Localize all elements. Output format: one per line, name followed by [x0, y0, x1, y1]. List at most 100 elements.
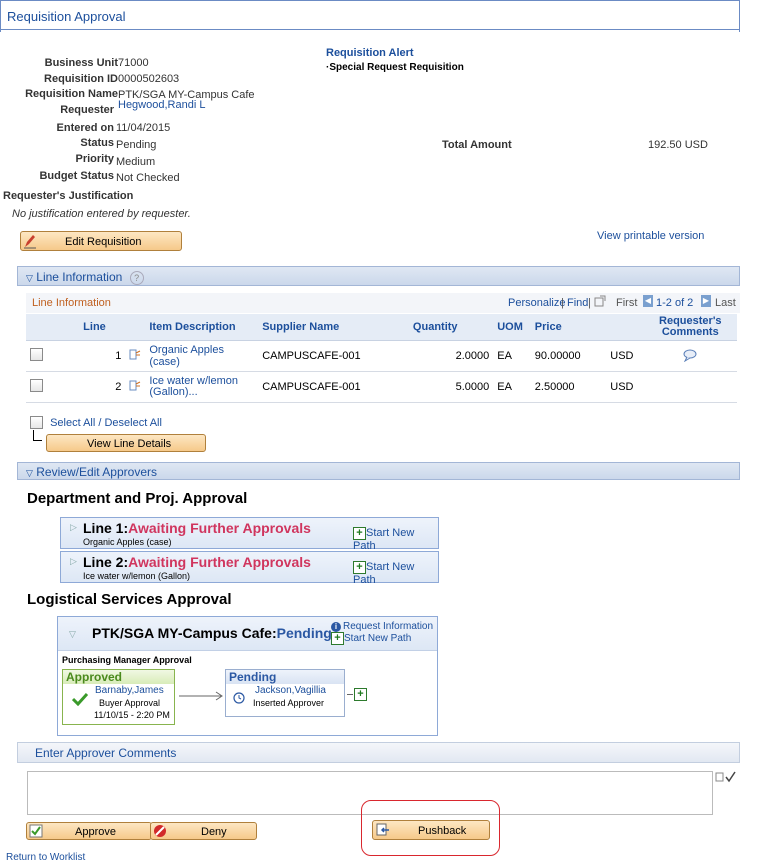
deny-label: Deny — [201, 826, 227, 838]
edit-requisition-button[interactable]: Edit Requisition — [20, 231, 182, 251]
view-printable-link[interactable]: View printable version — [597, 230, 704, 242]
business-unit-label: Business Unit — [44, 57, 118, 69]
comment-icon[interactable] — [682, 348, 698, 362]
approved-approver-link[interactable]: Barnaby,James — [95, 685, 164, 696]
requisition-alert-text: ·Special Request Requisition — [326, 62, 464, 73]
table-header-row: Line Item Description Supplier Name Quan… — [26, 314, 737, 341]
select-all-row[interactable]: Select All / Deselect All — [30, 416, 162, 429]
first-label: First — [616, 297, 638, 309]
start-new-path-link[interactable]: + Start New Path — [331, 632, 411, 645]
find-link[interactable]: Find — [567, 297, 588, 309]
add-path-icon: + — [331, 632, 344, 645]
start-new-path-link[interactable]: + Start New Path — [353, 561, 438, 586]
view-line-details-button[interactable]: View Line Details — [46, 434, 206, 452]
collapse-arrow-icon: ▽ — [26, 273, 33, 283]
tree-connector — [33, 430, 42, 441]
pencil-icon — [24, 235, 36, 249]
expand-grid-icon[interactable] — [594, 295, 606, 307]
item-detail-icon[interactable] — [129, 349, 141, 361]
review-edit-approvers-section-header[interactable]: ▽ Review/Edit Approvers — [17, 462, 740, 480]
uom: EA — [493, 371, 531, 403]
column-quantity[interactable]: Quantity — [408, 314, 494, 341]
line-information-section-header[interactable]: ▽ Line Information ? — [17, 266, 740, 286]
info-icon: i — [331, 622, 341, 632]
row-range: 1-2 of 2 — [656, 297, 694, 309]
priority-label: Priority — [75, 153, 114, 165]
column-item-description[interactable]: Item Description — [145, 314, 259, 341]
next-arrow-icon[interactable]: ▶ — [701, 295, 711, 307]
line-grid-toolbar: Line Information Personalize | Find | Fi… — [26, 293, 740, 313]
row-checkbox[interactable] — [30, 348, 43, 361]
approver-comments-title: Enter Approver Comments — [35, 746, 177, 760]
requester-link[interactable]: Hegwood,Randi L — [118, 99, 205, 111]
pushback-button[interactable]: Pushback — [372, 820, 490, 840]
page-title: Requisition Approval — [7, 9, 126, 24]
total-amount-value: 192.50 USD — [648, 139, 708, 151]
approved-step-box: Approved Barnaby,James Buyer Approval 11… — [62, 669, 175, 725]
line-2-label: Line 2:Awaiting Further Approvals — [83, 554, 311, 570]
department-approval-title: Department and Proj. Approval — [27, 490, 248, 507]
item-description-link[interactable]: Organic Apples (case) — [145, 340, 259, 372]
approved-header: Approved — [63, 670, 174, 684]
supplier-name: CAMPUSCAFE-001 — [258, 340, 409, 372]
expand-arrow-icon[interactable]: ▷ — [70, 556, 77, 567]
help-icon[interactable]: ? — [129, 271, 144, 285]
deny-icon — [154, 825, 166, 837]
logistical-approval-title: Logistical Services Approval — [27, 591, 232, 608]
select-all-checkbox[interactable] — [30, 416, 43, 429]
previous-arrow-icon[interactable]: ◀ — [643, 295, 653, 307]
line-number: 2 — [79, 371, 126, 403]
column-line[interactable]: Line — [79, 314, 126, 341]
stage-label: Purchasing Manager Approval — [62, 655, 192, 665]
collapse-arrow-icon[interactable]: ▽ — [69, 629, 76, 640]
expand-arrow-icon[interactable]: ▷ — [70, 522, 77, 533]
line-information-section-title: ▽ Line Information ? — [26, 270, 144, 285]
spellcheck-icon[interactable] — [715, 770, 737, 784]
logistical-approval-status: Pending — [276, 625, 332, 641]
column-uom[interactable]: UOM — [493, 314, 531, 341]
quantity: 5.0000 — [408, 371, 494, 403]
pending-approver-link[interactable]: Jackson,Vagillia — [255, 685, 326, 696]
item-description-link[interactable]: Ice water w/lemon (Gallon)... — [145, 371, 259, 403]
price: 2.50000 — [530, 371, 607, 403]
deny-button[interactable]: Deny — [150, 822, 257, 840]
return-to-worklist-link[interactable]: Return to Worklist — [6, 852, 85, 863]
line-1-status: Awaiting Further Approvals — [128, 520, 311, 536]
requisition-id-value: 0000502603 — [118, 73, 180, 85]
justification-label: Requester's Justification — [3, 190, 134, 202]
budget-status-value: Not Checked — [116, 172, 180, 184]
row-checkbox[interactable] — [30, 379, 43, 392]
line-2-status: Awaiting Further Approvals — [128, 554, 311, 570]
select-all-link[interactable]: Select All / Deselect All — [50, 417, 162, 429]
clock-icon — [233, 692, 245, 704]
column-supplier-name[interactable]: Supplier Name — [258, 314, 409, 341]
column-requesters-comments[interactable]: Requester's Comments — [643, 314, 737, 341]
business-unit-value: 71000 — [118, 57, 149, 69]
column-price[interactable]: Price — [530, 314, 607, 341]
requisition-alert-title: Requisition Alert — [326, 47, 414, 59]
requisition-name-label: Requisition Name — [25, 88, 118, 100]
personalize-link[interactable]: Personalize — [508, 297, 565, 309]
uom: EA — [493, 340, 531, 372]
pushback-label: Pushback — [418, 825, 467, 837]
line-1-description: Organic Apples (case) — [83, 537, 172, 547]
line-1-approval-box: ▷ Line 1:Awaiting Further Approvals Orga… — [60, 517, 439, 552]
approved-date: 11/10/15 - 2:20 PM — [94, 710, 170, 720]
view-line-details-label: View Line Details — [87, 438, 172, 450]
approved-role: Buyer Approval — [99, 698, 161, 708]
insert-approver-icon[interactable]: + — [354, 688, 367, 701]
line-1-label: Line 1:Awaiting Further Approvals — [83, 520, 311, 536]
approve-button[interactable]: Approve — [26, 822, 152, 840]
requisition-id-label: Requisition ID — [44, 73, 118, 85]
start-new-path-link[interactable]: + Start New Path — [353, 527, 438, 552]
request-information-link[interactable]: i Request Information — [331, 620, 433, 632]
item-detail-icon[interactable] — [129, 380, 141, 392]
approver-comments-section-header: Enter Approver Comments — [17, 742, 740, 763]
line-2-approval-box: ▷ Line 2:Awaiting Further Approvals Ice … — [60, 551, 439, 586]
justification-text: No justification entered by requester. — [12, 208, 191, 220]
pending-role: Inserted Approver — [253, 698, 325, 708]
add-path-icon: + — [353, 561, 366, 574]
approve-check-icon — [29, 824, 43, 838]
last-label: Last — [715, 297, 736, 309]
priority-value: Medium — [116, 156, 156, 168]
